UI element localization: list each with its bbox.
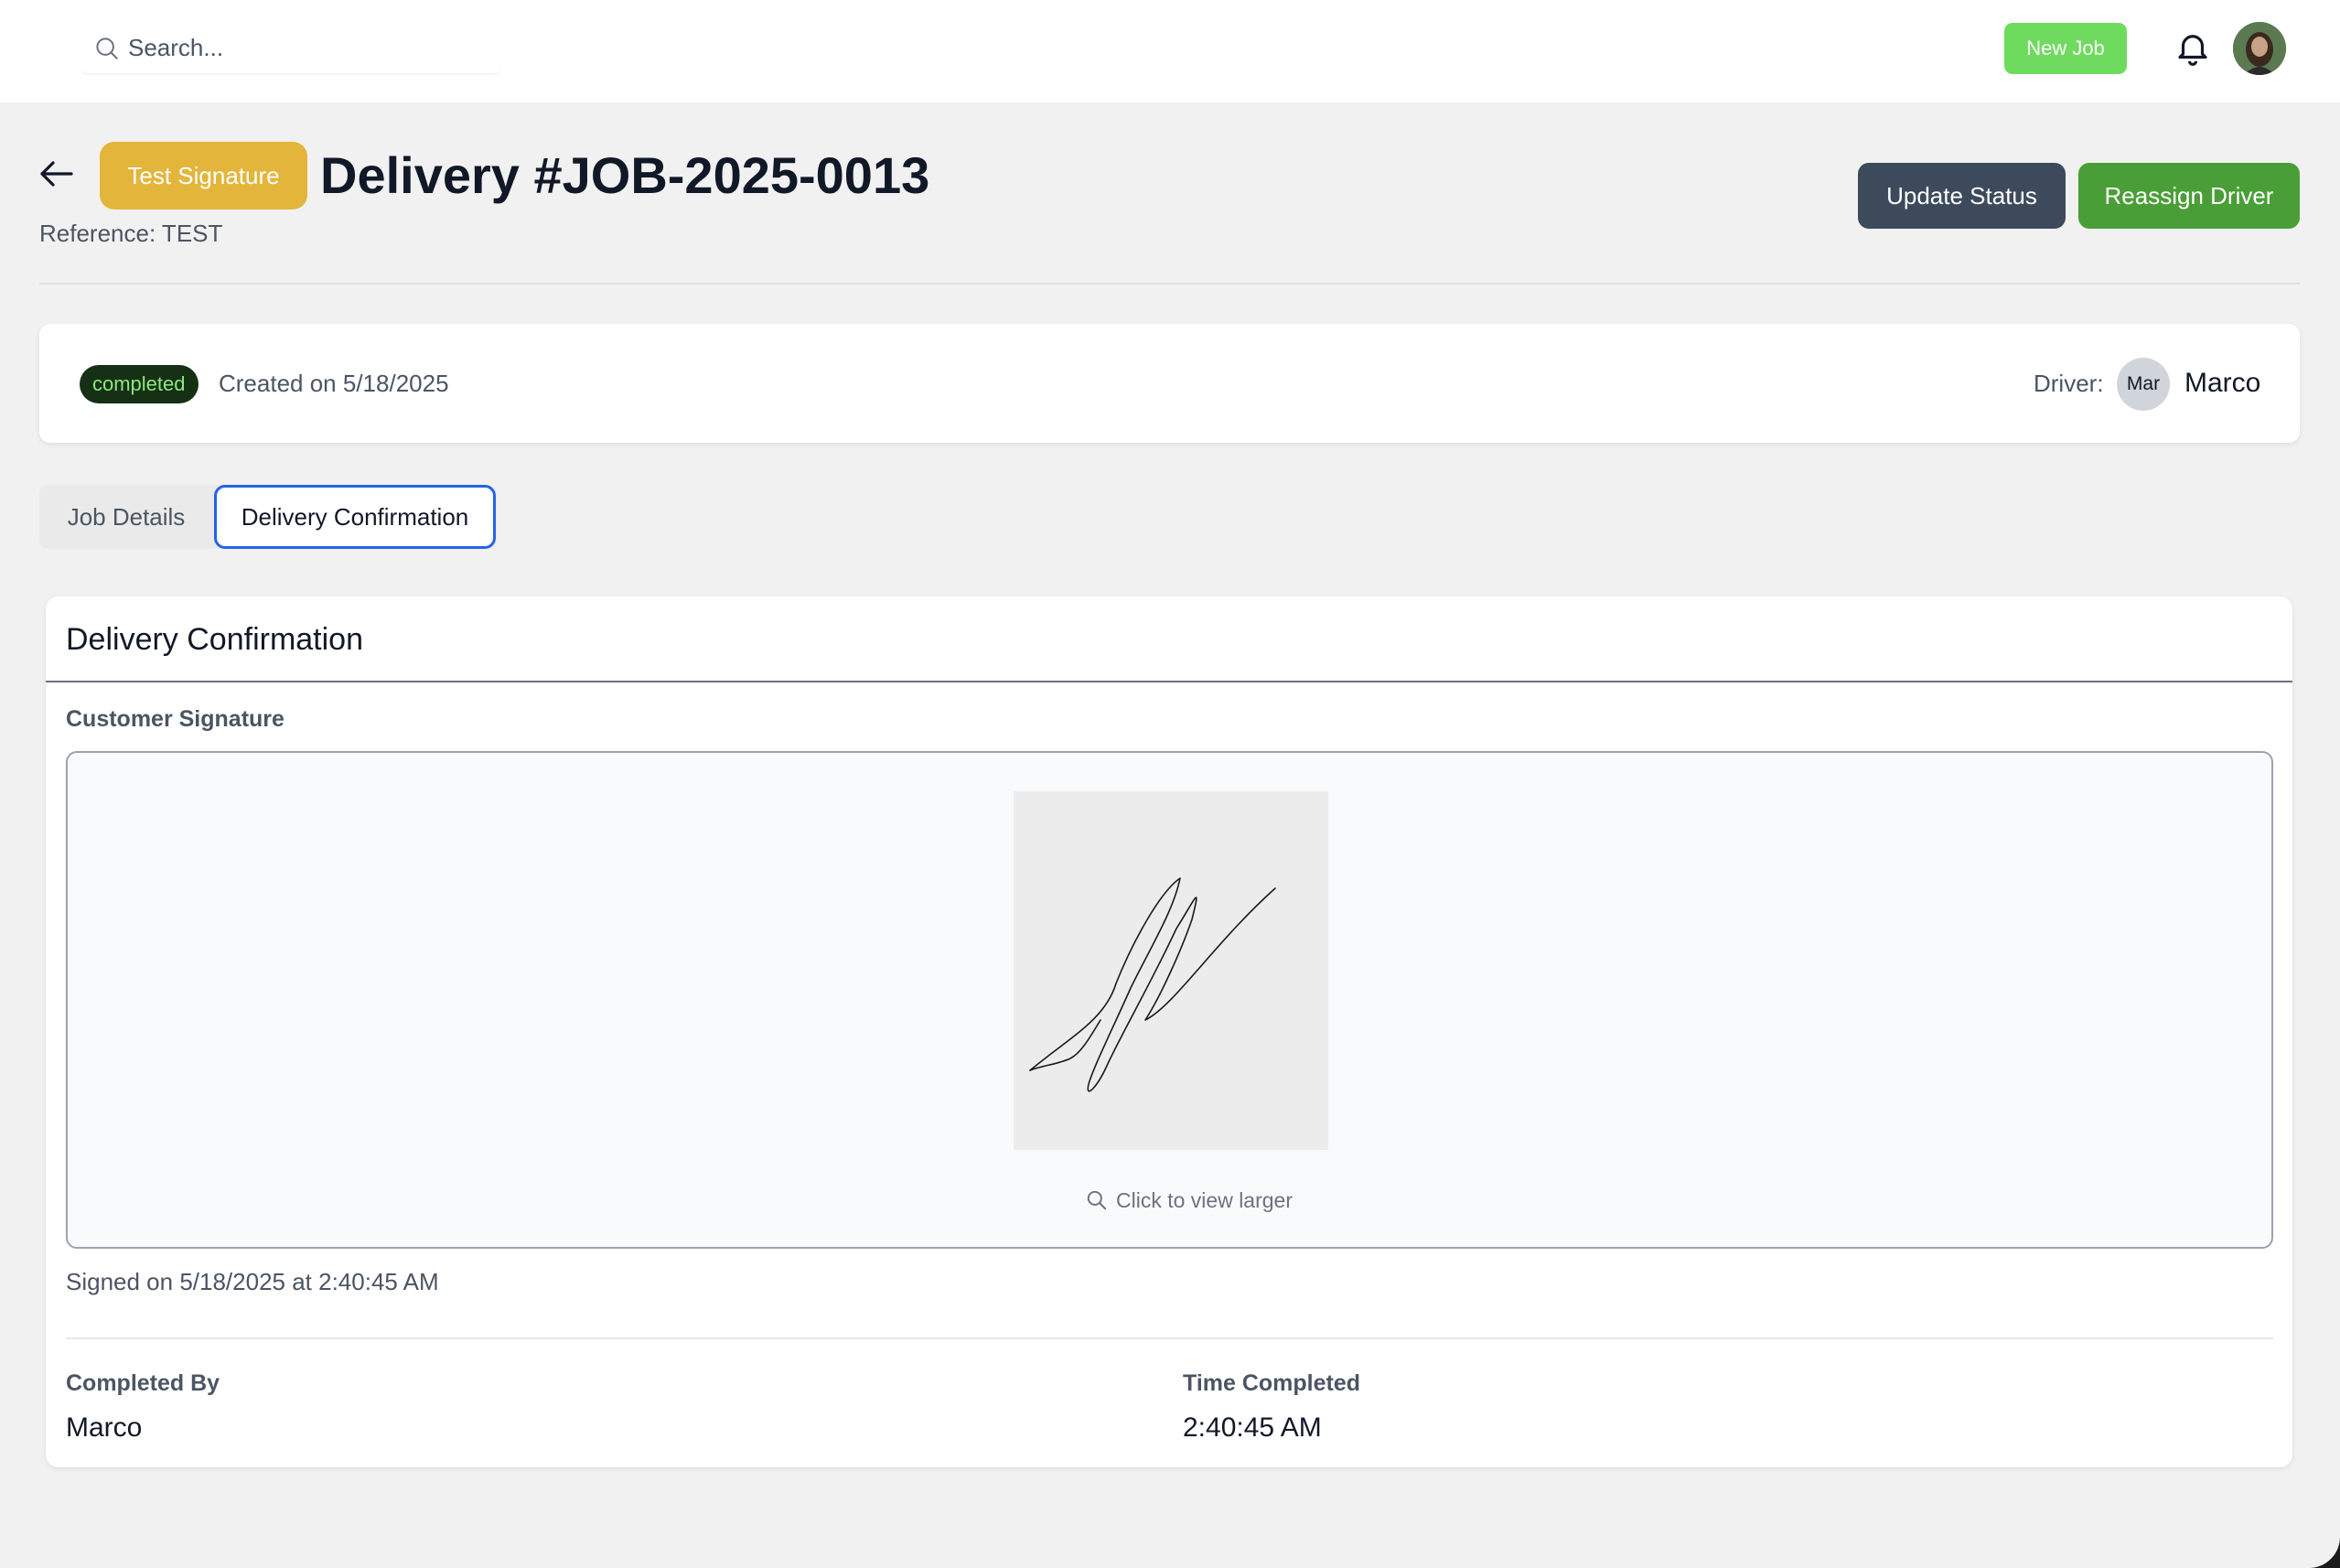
tab-bar: Job Details Delivery Confirmation (39, 485, 497, 549)
search-icon (96, 38, 118, 59)
signature-box: Click to view larger (66, 751, 2273, 1249)
top-bar: New Job (0, 0, 2340, 102)
completed-by-label: Completed By (66, 1370, 220, 1396)
search-box[interactable] (81, 22, 501, 75)
status-badge: completed (80, 365, 199, 403)
job-tag: Test Signature (100, 142, 307, 209)
status-card: completed Created on 5/18/2025 Driver: M… (39, 324, 2300, 443)
user-avatar[interactable] (2233, 22, 2286, 75)
view-larger-text: Click to view larger (1116, 1187, 1293, 1212)
tab-job-details[interactable]: Job Details (39, 485, 213, 549)
window-corner (2309, 1537, 2340, 1568)
created-date: Created on 5/18/2025 (219, 370, 449, 397)
search-input[interactable] (128, 29, 485, 66)
signature-label: Customer Signature (66, 706, 284, 732)
magnifier-icon (1087, 1190, 1107, 1210)
header-divider (39, 283, 2300, 285)
view-larger-link[interactable]: Click to view larger (1085, 1185, 1293, 1216)
time-completed-label: Time Completed (1183, 1370, 1361, 1396)
driver-avatar: Mar (2117, 358, 2170, 411)
signed-on-text: Signed on 5/18/2025 at 2:40:45 AM (66, 1268, 439, 1295)
new-job-button[interactable]: New Job (2004, 23, 2127, 74)
bell-icon[interactable] (2174, 27, 2212, 68)
driver-label: Driver: (2034, 370, 2104, 397)
reassign-driver-button[interactable]: Reassign Driver (2078, 163, 2300, 229)
update-status-button[interactable]: Update Status (1858, 163, 2066, 229)
completed-by-value: Marco (66, 1412, 143, 1443)
tab-delivery-confirmation[interactable]: Delivery Confirmation (214, 485, 496, 549)
arrow-left-icon[interactable] (38, 157, 75, 190)
job-reference: Reference: TEST (39, 220, 223, 247)
page-title: Delivery #JOB-2025-0013 (320, 146, 930, 204)
driver-name: Marco (2184, 368, 2261, 398)
card-divider (46, 681, 2292, 682)
time-completed-value: 2:40:45 AM (1183, 1412, 1322, 1443)
card-title: Delivery Confirmation (66, 622, 363, 657)
details-divider (66, 1337, 2273, 1339)
delivery-confirmation-card: Delivery Confirmation Customer Signature… (46, 596, 2292, 1467)
signature-image[interactable] (1014, 791, 1328, 1150)
